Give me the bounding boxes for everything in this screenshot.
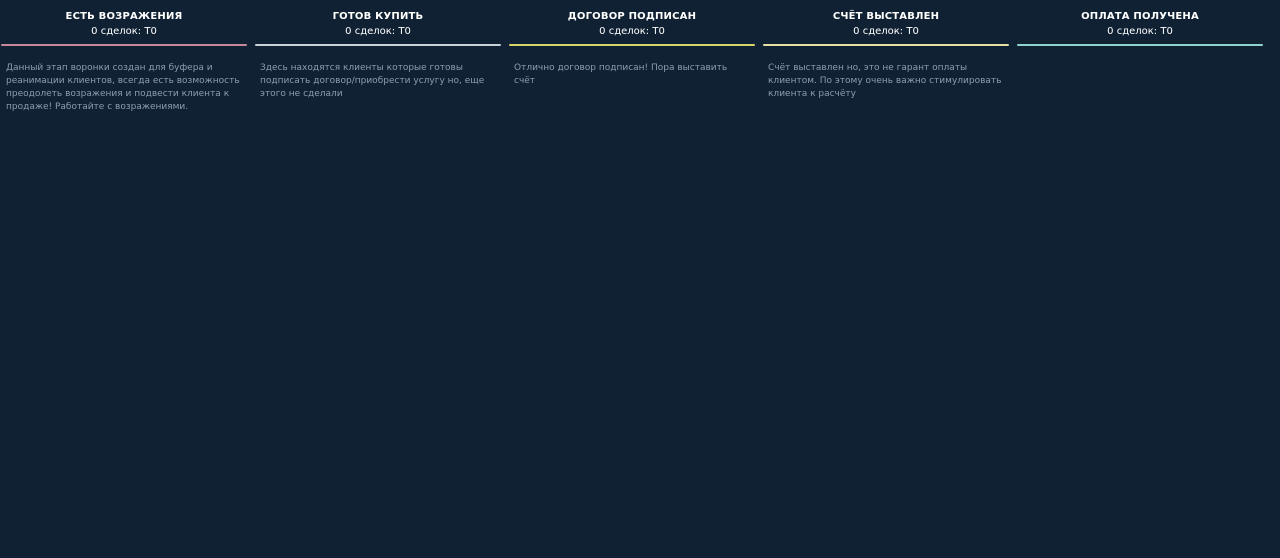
column-title: ЕСТЬ ВОЗРАЖЕНИЯ <box>65 11 183 22</box>
pipeline-board: ЕСТЬ ВОЗРАЖЕНИЯ 0 сделок: Т0 Данный этап… <box>0 0 1280 558</box>
column-header[interactable]: ДОГОВОР ПОДПИСАН 0 сделок: Т0 <box>509 0 755 46</box>
column-header[interactable]: ОПЛАТА ПОЛУЧЕНА 0 сделок: Т0 <box>1017 0 1263 46</box>
column-description: Счёт выставлен но, это не гарант оплаты … <box>768 63 1002 99</box>
column-accent-line <box>1 44 247 46</box>
column-header[interactable]: ЕСТЬ ВОЗРАЖЕНИЯ 0 сделок: Т0 <box>1 0 247 46</box>
column-title: СЧЁТ ВЫСТАВЛЕН <box>832 11 940 22</box>
column-description: Отлично договор подписан! Пора выставить… <box>514 63 728 86</box>
column-accent-line <box>255 44 501 46</box>
column-deal-count: 0 сделок: Т0 <box>345 26 411 37</box>
column-header[interactable]: СЧЁТ ВЫСТАВЛЕН 0 сделок: Т0 <box>763 0 1009 46</box>
column-title: ОПЛАТА ПОЛУЧЕНА <box>1081 11 1199 22</box>
column-title: ДОГОВОР ПОДПИСАН <box>567 11 697 22</box>
column-deal-count: 0 сделок: Т0 <box>1107 26 1173 37</box>
column-deal-count: 0 сделок: Т0 <box>853 26 919 37</box>
pipeline-column-objections: ЕСТЬ ВОЗРАЖЕНИЯ 0 сделок: Т0 Данный этап… <box>1 0 247 558</box>
pipeline-column-invoice-issued: СЧЁТ ВЫСТАВЛЕН 0 сделок: Т0 Счёт выставл… <box>763 0 1009 558</box>
column-description: Здесь находятся клиенты которые готовы п… <box>260 63 485 99</box>
column-accent-line <box>763 44 1009 46</box>
column-deal-count: 0 сделок: Т0 <box>91 26 157 37</box>
column-deal-count: 0 сделок: Т0 <box>599 26 665 37</box>
column-description: Данный этап воронки создан для буфера и … <box>6 63 240 112</box>
pipeline-column-payment-received: ОПЛАТА ПОЛУЧЕНА 0 сделок: Т0 <box>1017 0 1263 558</box>
pipeline-column-ready-to-buy: ГОТОВ КУПИТЬ 0 сделок: Т0 Здесь находятс… <box>255 0 501 558</box>
pipeline-column-contract-signed: ДОГОВОР ПОДПИСАН 0 сделок: Т0 Отлично до… <box>509 0 755 558</box>
column-accent-line <box>509 44 755 46</box>
column-accent-line <box>1017 44 1263 46</box>
column-title: ГОТОВ КУПИТЬ <box>332 11 424 22</box>
column-header[interactable]: ГОТОВ КУПИТЬ 0 сделок: Т0 <box>255 0 501 46</box>
